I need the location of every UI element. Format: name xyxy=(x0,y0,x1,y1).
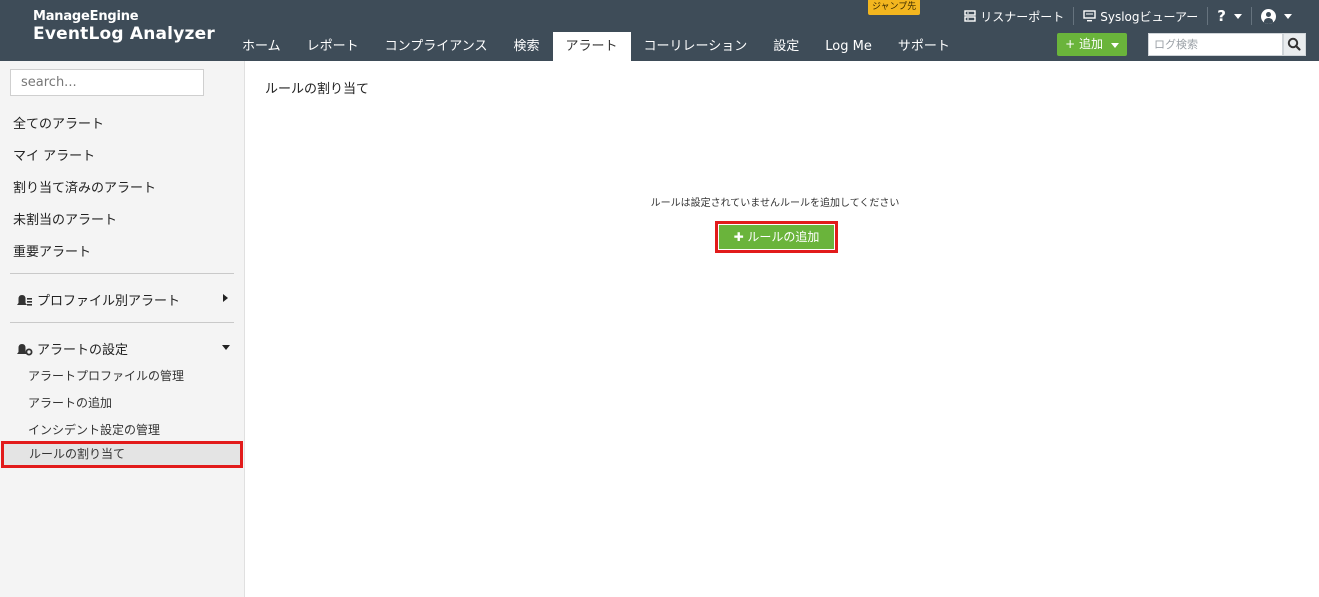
sidebar-item-critical-alerts[interactable]: 重要アラート xyxy=(13,241,91,260)
add-button-label: + 追加 xyxy=(1065,37,1104,51)
sidebar-divider xyxy=(10,273,234,274)
chevron-right-icon xyxy=(223,294,228,302)
tab-compliance[interactable]: コンプライアンス xyxy=(372,32,501,61)
bell-stack-icon xyxy=(17,294,32,306)
sidebar-group-alert-settings[interactable]: アラートの設定 xyxy=(16,339,128,358)
add-rule-button[interactable]: ✚ ルールの追加 xyxy=(719,225,834,249)
add-button[interactable]: + 追加 xyxy=(1057,33,1127,56)
page-title: ルールの割り当て xyxy=(265,82,370,97)
log-search-input[interactable] xyxy=(1148,33,1283,56)
sidebar-group-label: プロファイル別アラート xyxy=(37,294,181,309)
sidebar-item-unassigned-alerts[interactable]: 未割当のアラート xyxy=(13,209,117,228)
sidebar-subitem-incident-settings[interactable]: インシデント設定の管理 xyxy=(28,421,160,438)
server-icon xyxy=(964,10,976,22)
tab-reports[interactable]: レポート xyxy=(294,32,372,61)
chevron-down-icon xyxy=(1110,43,1119,48)
tab-support[interactable]: サポート xyxy=(885,32,963,61)
listener-port-link[interactable]: リスナーポート xyxy=(955,7,1075,25)
sidebar-search-input[interactable] xyxy=(10,69,204,96)
help-menu[interactable]: ? xyxy=(1208,7,1252,25)
tab-correlation[interactable]: コーリレーション xyxy=(631,32,761,61)
tab-search[interactable]: 検索 xyxy=(500,32,552,61)
brand-name: ManageEngine xyxy=(33,9,139,24)
sidebar-divider xyxy=(10,322,234,323)
app-logo[interactable]: ManageEngine EventLog Analyzer xyxy=(33,9,215,45)
jump-to-badge[interactable]: ジャンプ先 xyxy=(868,0,921,15)
help-icon: ? xyxy=(1217,7,1226,25)
user-avatar-icon xyxy=(1261,8,1276,24)
log-search-button[interactable] xyxy=(1283,33,1306,56)
empty-state-message: ルールは設定されていませんルールを追加してください xyxy=(650,198,900,209)
sidebar-subitem-manage-profiles[interactable]: アラートプロファイルの管理 xyxy=(28,367,184,384)
sidebar-group-label: アラートの設定 xyxy=(37,343,129,358)
top-links: リスナーポート Syslogビューアー ? xyxy=(955,6,1301,26)
sidebar-item-my-alerts[interactable]: マイ アラート xyxy=(13,145,95,164)
chevron-down-icon xyxy=(1234,13,1242,19)
chevron-down-icon xyxy=(1284,13,1292,19)
monitor-icon xyxy=(1083,10,1096,22)
listener-port-label: リスナーポート xyxy=(980,9,1065,24)
top-header: ManageEngine EventLog Analyzer ジャンプ先 ホーム… xyxy=(0,0,1319,61)
tab-home[interactable]: ホーム xyxy=(229,32,294,61)
product-name: EventLog Analyzer xyxy=(33,24,215,44)
sidebar-item-assigned-alerts[interactable]: 割り当て済みのアラート xyxy=(13,177,156,196)
search-icon xyxy=(1287,37,1301,51)
sidebar-item-all-alerts[interactable]: 全てのアラート xyxy=(13,113,104,132)
tab-log-me[interactable]: Log Me xyxy=(812,32,885,61)
syslog-viewer-link[interactable]: Syslogビューアー xyxy=(1074,7,1209,25)
main-nav: ホーム レポート コンプライアンス 検索 アラート コーリレーション 設定 Lo… xyxy=(229,32,963,61)
bell-gear-icon xyxy=(17,343,33,355)
add-rule-highlight: ✚ ルールの追加 xyxy=(715,221,838,253)
sidebar-subitem-rule-assignment[interactable]: ルールの割り当て xyxy=(1,441,243,468)
sidebar-group-profile-alerts[interactable]: プロファイル別アラート xyxy=(16,290,180,309)
tab-alerts[interactable]: アラート xyxy=(552,32,631,61)
syslog-viewer-label: Syslogビューアー xyxy=(1100,9,1199,24)
sidebar-subitem-add-alert[interactable]: アラートの追加 xyxy=(28,394,112,411)
tab-settings[interactable]: 設定 xyxy=(760,32,812,61)
chevron-down-icon xyxy=(222,345,230,350)
sidebar: 全てのアラート マイ アラート 割り当て済みのアラート 未割当のアラート 重要ア… xyxy=(0,61,245,597)
user-menu[interactable] xyxy=(1252,7,1301,25)
